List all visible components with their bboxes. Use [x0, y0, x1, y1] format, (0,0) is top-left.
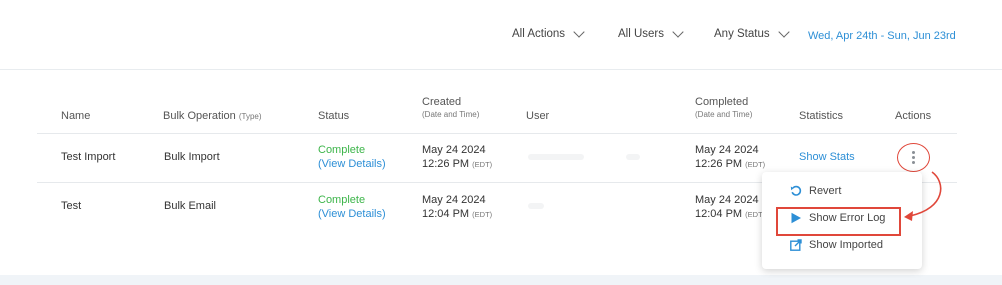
status-filter-label: Any Status [714, 28, 770, 40]
row-actions-button[interactable] [897, 143, 930, 172]
header-statistics: Statistics [799, 110, 844, 122]
user-placeholder [528, 203, 544, 209]
row-created: May 24 2024 12:04 PM (EDT) [422, 193, 492, 222]
menu-item-label: Show Imported [809, 239, 883, 251]
row-name: Test [61, 200, 82, 212]
menu-item-label: Revert [809, 185, 842, 197]
created-time: 12:26 PM [422, 158, 470, 170]
actions-filter-dropdown[interactable]: All Actions [512, 26, 585, 40]
external-link-icon [790, 239, 802, 251]
header-created: Created (Date and Time) [422, 96, 479, 120]
show-stats-link[interactable]: Show Stats [799, 151, 855, 163]
menu-item-revert[interactable]: Revert [790, 185, 841, 197]
header-divider [37, 133, 957, 134]
date-range-picker[interactable]: Wed, Apr 24th - Sun, Jun 23rd [808, 30, 956, 42]
kebab-menu-icon [912, 151, 915, 164]
created-date: May 24 2024 [422, 144, 486, 156]
header-completed-sub: (Date and Time) [695, 110, 753, 119]
row-completed: May 24 2024 12:04 PM (EDT) [695, 193, 765, 222]
header-bulk-operation: Bulk Operation (Type) [163, 110, 262, 122]
header-completed: Completed (Date and Time) [695, 96, 752, 120]
row-name: Test Import [61, 151, 116, 163]
status-filter-dropdown[interactable]: Any Status [714, 26, 790, 40]
completed-date: May 24 2024 [695, 144, 759, 156]
completed-date: May 24 2024 [695, 194, 759, 206]
user-placeholder [528, 154, 584, 160]
filter-bar: All Actions All Users Any Status Wed, Ap… [0, 0, 1002, 70]
users-filter-dropdown[interactable]: All Users [618, 26, 684, 40]
header-created-sub: (Date and Time) [422, 110, 480, 119]
row-completed: May 24 2024 12:26 PM (EDT) [695, 143, 765, 172]
created-time: 12:04 PM [422, 208, 470, 220]
completed-timezone: (EDT) [745, 160, 766, 169]
revert-icon [790, 185, 802, 197]
status-complete: Complete [318, 144, 366, 156]
row-created: May 24 2024 12:26 PM (EDT) [422, 143, 492, 172]
status-complete: Complete [318, 194, 366, 206]
actions-filter-label: All Actions [512, 28, 566, 40]
header-bulk-operation-label: Bulk Operation [163, 110, 236, 122]
header-bulk-operation-sub: (Type) [238, 112, 262, 121]
created-date: May 24 2024 [422, 194, 486, 206]
row-operation: Bulk Email [164, 200, 216, 212]
created-timezone: (EDT) [472, 210, 493, 219]
completed-time: 12:26 PM [695, 158, 743, 170]
row-operation: Bulk Import [164, 151, 220, 163]
chevron-down-icon [672, 26, 684, 38]
header-created-label: Created [422, 96, 462, 108]
view-details-link[interactable]: (View Details) [318, 207, 386, 221]
header-name: Name [61, 110, 91, 122]
annotation-highlight-box [776, 207, 901, 236]
completed-time: 12:04 PM [695, 208, 743, 220]
view-details-link[interactable]: (View Details) [318, 157, 386, 171]
annotation-arrow-icon [904, 171, 942, 221]
chevron-down-icon [573, 26, 585, 38]
menu-item-show-imported[interactable]: Show Imported [790, 239, 883, 251]
row-status: Complete (View Details) [318, 143, 386, 171]
header-status: Status [318, 110, 350, 122]
chevron-down-icon [777, 26, 790, 38]
header-actions: Actions [895, 110, 932, 122]
users-filter-label: All Users [618, 28, 665, 40]
created-timezone: (EDT) [472, 160, 493, 169]
header-completed-label: Completed [695, 96, 749, 108]
row-status: Complete (View Details) [318, 193, 386, 221]
user-placeholder [626, 154, 640, 160]
header-user: User [526, 110, 550, 122]
